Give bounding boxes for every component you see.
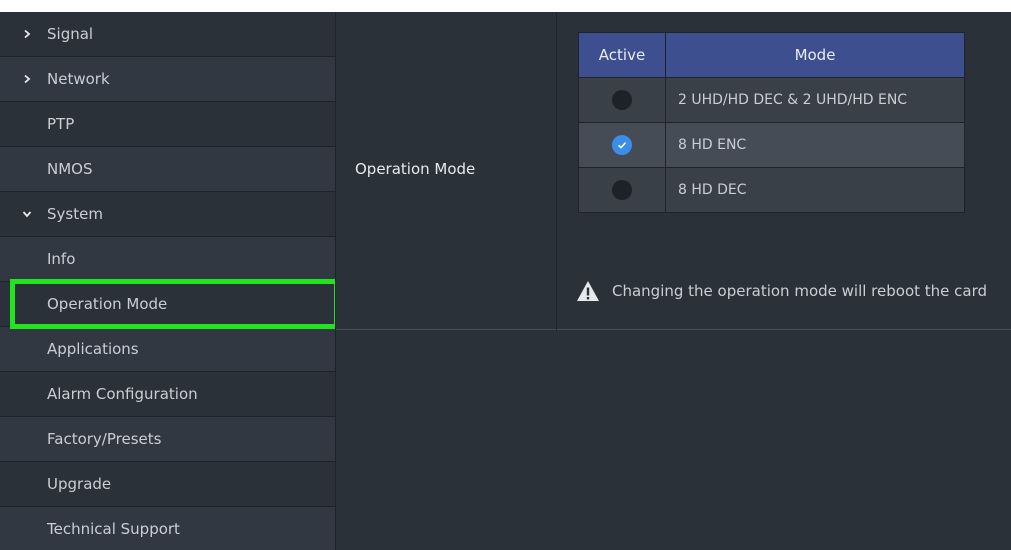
table-row: 2 UHD/HD DEC & 2 UHD/HD ENC bbox=[578, 77, 965, 123]
chevron-right-icon bbox=[20, 72, 34, 86]
sidebar-item-label: Applications bbox=[47, 340, 139, 358]
table-row: 8 HD ENC bbox=[578, 122, 965, 168]
mode-radio-button-checked[interactable] bbox=[612, 135, 632, 155]
sidebar-item-info[interactable]: Info bbox=[0, 237, 335, 282]
column-header-mode: Mode bbox=[665, 32, 965, 78]
sidebar-item-label: Network bbox=[47, 70, 110, 88]
main-panel: Operation Mode Active Mode 2 UHD/HD DEC … bbox=[335, 12, 1011, 550]
mode-radio-button[interactable] bbox=[612, 180, 632, 200]
sidebar-item-label: Signal bbox=[47, 25, 94, 43]
chevron-right-icon bbox=[20, 27, 34, 41]
active-cell bbox=[578, 77, 666, 123]
operation-mode-table: Active Mode 2 UHD/HD DEC & 2 UHD/HD ENC bbox=[578, 32, 965, 213]
sidebar-item-factory-presets[interactable]: Factory/Presets bbox=[0, 417, 335, 462]
sidebar-item-ptp[interactable]: PTP bbox=[0, 102, 335, 147]
active-cell bbox=[578, 122, 666, 168]
sidebar-item-system[interactable]: System bbox=[0, 192, 335, 237]
sidebar-item-label: PTP bbox=[47, 115, 75, 133]
table-row: 8 HD DEC bbox=[578, 167, 965, 213]
operation-mode-row: Operation Mode Active Mode 2 UHD/HD DEC … bbox=[336, 12, 1011, 330]
sidebar-item-label: Info bbox=[47, 250, 76, 268]
mode-cell: 8 HD DEC bbox=[665, 167, 965, 213]
chevron-down-icon bbox=[20, 207, 34, 221]
sidebar-item-label: NMOS bbox=[47, 160, 93, 178]
sidebar-item-label: Alarm Configuration bbox=[47, 385, 198, 403]
sidebar-item-operation-mode[interactable]: Operation Mode bbox=[0, 282, 335, 327]
table-header-row: Active Mode bbox=[578, 32, 965, 78]
sidebar-item-nmos[interactable]: NMOS bbox=[0, 147, 335, 192]
sidebar-item-signal[interactable]: Signal bbox=[0, 12, 335, 57]
sidebar-item-upgrade[interactable]: Upgrade bbox=[0, 462, 335, 507]
column-divider bbox=[556, 12, 557, 330]
warning-text: Changing the operation mode will reboot … bbox=[612, 282, 988, 300]
checkmark-icon bbox=[617, 142, 627, 149]
app-window: Signal Network PTP NMOS System Info Oper… bbox=[0, 12, 1011, 550]
sidebar-item-network[interactable]: Network bbox=[0, 57, 335, 102]
sidebar-item-label: System bbox=[47, 205, 103, 223]
sidebar-item-technical-support[interactable]: Technical Support bbox=[0, 507, 335, 550]
reboot-warning: Changing the operation mode will reboot … bbox=[576, 280, 987, 302]
mode-cell: 2 UHD/HD DEC & 2 UHD/HD ENC bbox=[665, 77, 965, 123]
sidebar-item-alarm-configuration[interactable]: Alarm Configuration bbox=[0, 372, 335, 417]
active-cell bbox=[578, 167, 666, 213]
sidebar-item-label: Factory/Presets bbox=[47, 430, 162, 448]
sidebar-item-label: Technical Support bbox=[47, 519, 180, 538]
warning-icon bbox=[576, 280, 600, 302]
mode-cell: 8 HD ENC bbox=[665, 122, 965, 168]
row-label: Operation Mode bbox=[355, 160, 476, 178]
sidebar-item-label: Operation Mode bbox=[47, 295, 168, 313]
sidebar: Signal Network PTP NMOS System Info Oper… bbox=[0, 12, 335, 550]
sidebar-item-label: Upgrade bbox=[47, 475, 112, 493]
sidebar-item-applications[interactable]: Applications bbox=[0, 327, 335, 372]
mode-radio-button[interactable] bbox=[612, 90, 632, 110]
column-header-active: Active bbox=[578, 32, 666, 78]
